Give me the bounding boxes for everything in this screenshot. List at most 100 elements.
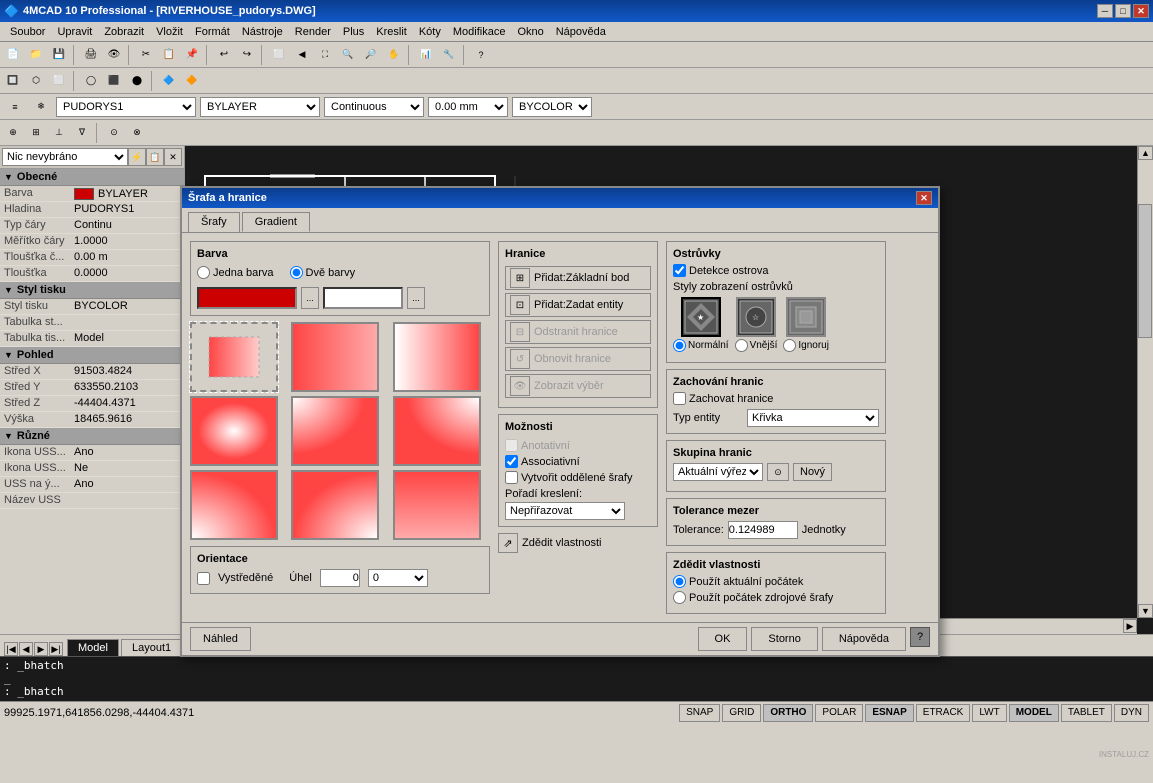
- gradient-cell-7[interactable]: [190, 470, 278, 540]
- pan[interactable]: ✋: [383, 44, 405, 66]
- ok-button[interactable]: OK: [698, 627, 748, 651]
- color-swatch-primary[interactable]: [197, 287, 297, 309]
- gradient-cell-1[interactable]: [190, 322, 278, 392]
- menu-format[interactable]: Formát: [189, 24, 236, 40]
- ortho-status[interactable]: ORTHO: [763, 704, 813, 722]
- tb2-btn6[interactable]: ⬤: [126, 70, 148, 92]
- layer-freeze-btn[interactable]: ❄: [30, 96, 52, 118]
- angle-input[interactable]: [320, 569, 360, 587]
- hranice-zadat-entity[interactable]: ⊡ Přidat:Zadat entity: [505, 293, 651, 317]
- polar-status[interactable]: POLAR: [815, 704, 863, 722]
- snap-status[interactable]: SNAP: [679, 704, 720, 722]
- tb2-btn8[interactable]: 🔶: [181, 70, 203, 92]
- nahled-button[interactable]: Náhled: [190, 627, 251, 651]
- zdedit-radio1[interactable]: [673, 575, 686, 588]
- tab-nav-first[interactable]: |◀: [4, 642, 18, 656]
- menu-render[interactable]: Render: [289, 24, 337, 40]
- menu-zobrazit[interactable]: Zobrazit: [98, 24, 150, 40]
- color-select[interactable]: BYLAYER: [200, 97, 320, 117]
- misc-btn2[interactable]: ⊙: [103, 122, 125, 144]
- menu-plus[interactable]: Plus: [337, 24, 370, 40]
- print-button[interactable]: 🖨: [80, 44, 102, 66]
- layer-select[interactable]: PUDORYS1: [56, 97, 196, 117]
- anotativni-checkbox[interactable]: [505, 439, 518, 452]
- menu-vlozit[interactable]: Vložit: [150, 24, 189, 40]
- tb2-btn5[interactable]: ⬛: [103, 70, 125, 92]
- snap-btn[interactable]: ⊕: [2, 122, 24, 144]
- command-line[interactable]: : _bhatch _ : _bhatch: [0, 656, 1153, 701]
- asociativni-checkbox[interactable]: [505, 455, 518, 468]
- color-swatch-btn2[interactable]: ...: [407, 287, 425, 309]
- zachovat-checkbox[interactable]: [673, 392, 686, 405]
- tab-model[interactable]: Model: [67, 639, 119, 656]
- radio-dve-input[interactable]: [290, 266, 303, 279]
- tb2-btn7[interactable]: 🔷: [158, 70, 180, 92]
- model-status[interactable]: MODEL: [1009, 704, 1059, 722]
- zdedit-radio2[interactable]: [673, 591, 686, 604]
- ortho-btn[interactable]: ⊥: [48, 122, 70, 144]
- tab-nav-next[interactable]: ▶: [34, 642, 48, 656]
- entity-combo[interactable]: Křivka: [747, 409, 879, 427]
- radio-ignoruj[interactable]: [783, 339, 796, 352]
- cut-button[interactable]: ✂: [135, 44, 157, 66]
- color-swatch-btn1[interactable]: ...: [301, 287, 319, 309]
- tb2-btn2[interactable]: ⬡: [25, 70, 47, 92]
- menu-upravit[interactable]: Upravit: [51, 24, 98, 40]
- gradient-cell-5[interactable]: [291, 396, 379, 466]
- radio-jedna-barva[interactable]: Jedna barva: [197, 266, 274, 279]
- redo-button[interactable]: ↪: [236, 44, 258, 66]
- maximize-button[interactable]: □: [1115, 4, 1131, 18]
- gradient-cell-8[interactable]: [291, 470, 379, 540]
- radio-vnejsi[interactable]: [735, 339, 748, 352]
- misc-btn3[interactable]: ⊗: [126, 122, 148, 144]
- tb2-btn3[interactable]: ⬜: [48, 70, 70, 92]
- menu-okno[interactable]: Okno: [511, 24, 549, 40]
- style-vnejsi[interactable]: ☆ Vnější: [735, 297, 778, 352]
- lwt-status[interactable]: LWT: [972, 704, 1006, 722]
- centered-checkbox[interactable]: [197, 572, 210, 585]
- dyn-status[interactable]: DYN: [1114, 704, 1149, 722]
- hranice-odstranit[interactable]: ⊟ Odstranit hranice: [505, 320, 651, 344]
- gradient-cell-9[interactable]: [393, 470, 481, 540]
- save-button[interactable]: 💾: [48, 44, 70, 66]
- undo-button[interactable]: ↩: [213, 44, 235, 66]
- gradient-cell-4[interactable]: [190, 396, 278, 466]
- color-swatch-secondary[interactable]: [323, 287, 403, 309]
- preview-button[interactable]: 👁: [103, 44, 125, 66]
- storno-button[interactable]: Storno: [751, 627, 817, 651]
- menu-koty[interactable]: Kóty: [413, 24, 447, 40]
- grid-btn[interactable]: ⊞: [25, 122, 47, 144]
- menu-napoveda[interactable]: Nápověda: [550, 24, 612, 40]
- linetype-select[interactable]: Continuous: [324, 97, 424, 117]
- angle-combo[interactable]: 0: [368, 569, 428, 587]
- properties-button[interactable]: 📊: [415, 44, 437, 66]
- hranice-obnovit[interactable]: ↺ Obnovit hranice: [505, 347, 651, 371]
- open-button[interactable]: 📁: [25, 44, 47, 66]
- detekce-checkbox[interactable]: [673, 264, 686, 277]
- radio-dve-barvy[interactable]: Dvě barvy: [290, 266, 356, 279]
- tb2-btn1[interactable]: 🔲: [2, 70, 24, 92]
- tab-nav-prev[interactable]: ◀: [19, 642, 33, 656]
- tablet-status[interactable]: TABLET: [1061, 704, 1112, 722]
- gradient-cell-3[interactable]: [393, 322, 481, 392]
- menu-soubor[interactable]: Soubor: [4, 24, 51, 40]
- tb2-btn4[interactable]: ◯: [80, 70, 102, 92]
- oddelene-checkbox[interactable]: [505, 471, 518, 484]
- gradient-cell-6[interactable]: [393, 396, 481, 466]
- etrack-status[interactable]: ETRACK: [916, 704, 971, 722]
- match-properties[interactable]: 🔧: [438, 44, 460, 66]
- tab-srafy[interactable]: Šrafy: [188, 212, 240, 232]
- minimize-button[interactable]: ─: [1097, 4, 1113, 18]
- help-button[interactable]: ?: [470, 44, 492, 66]
- new-button[interactable]: 📄: [2, 44, 24, 66]
- tab-layout1[interactable]: Layout1: [121, 639, 182, 656]
- dialog-close-button[interactable]: ✕: [916, 191, 932, 205]
- zoom-prev[interactable]: ◀: [291, 44, 313, 66]
- poradi-select[interactable]: Nepřiřazovat: [505, 502, 625, 520]
- inherit-btn[interactable]: ⇗ Zdědit vlastnosti: [498, 533, 658, 553]
- style-ignoruj[interactable]: Ignoruj: [783, 297, 829, 352]
- menu-nastroje[interactable]: Nástroje: [236, 24, 289, 40]
- hranice-zobrazit[interactable]: 👁 Zobrazit výběr: [505, 374, 651, 398]
- lineweight-select[interactable]: 0.00 mm: [428, 97, 508, 117]
- gradient-cell-2[interactable]: [291, 322, 379, 392]
